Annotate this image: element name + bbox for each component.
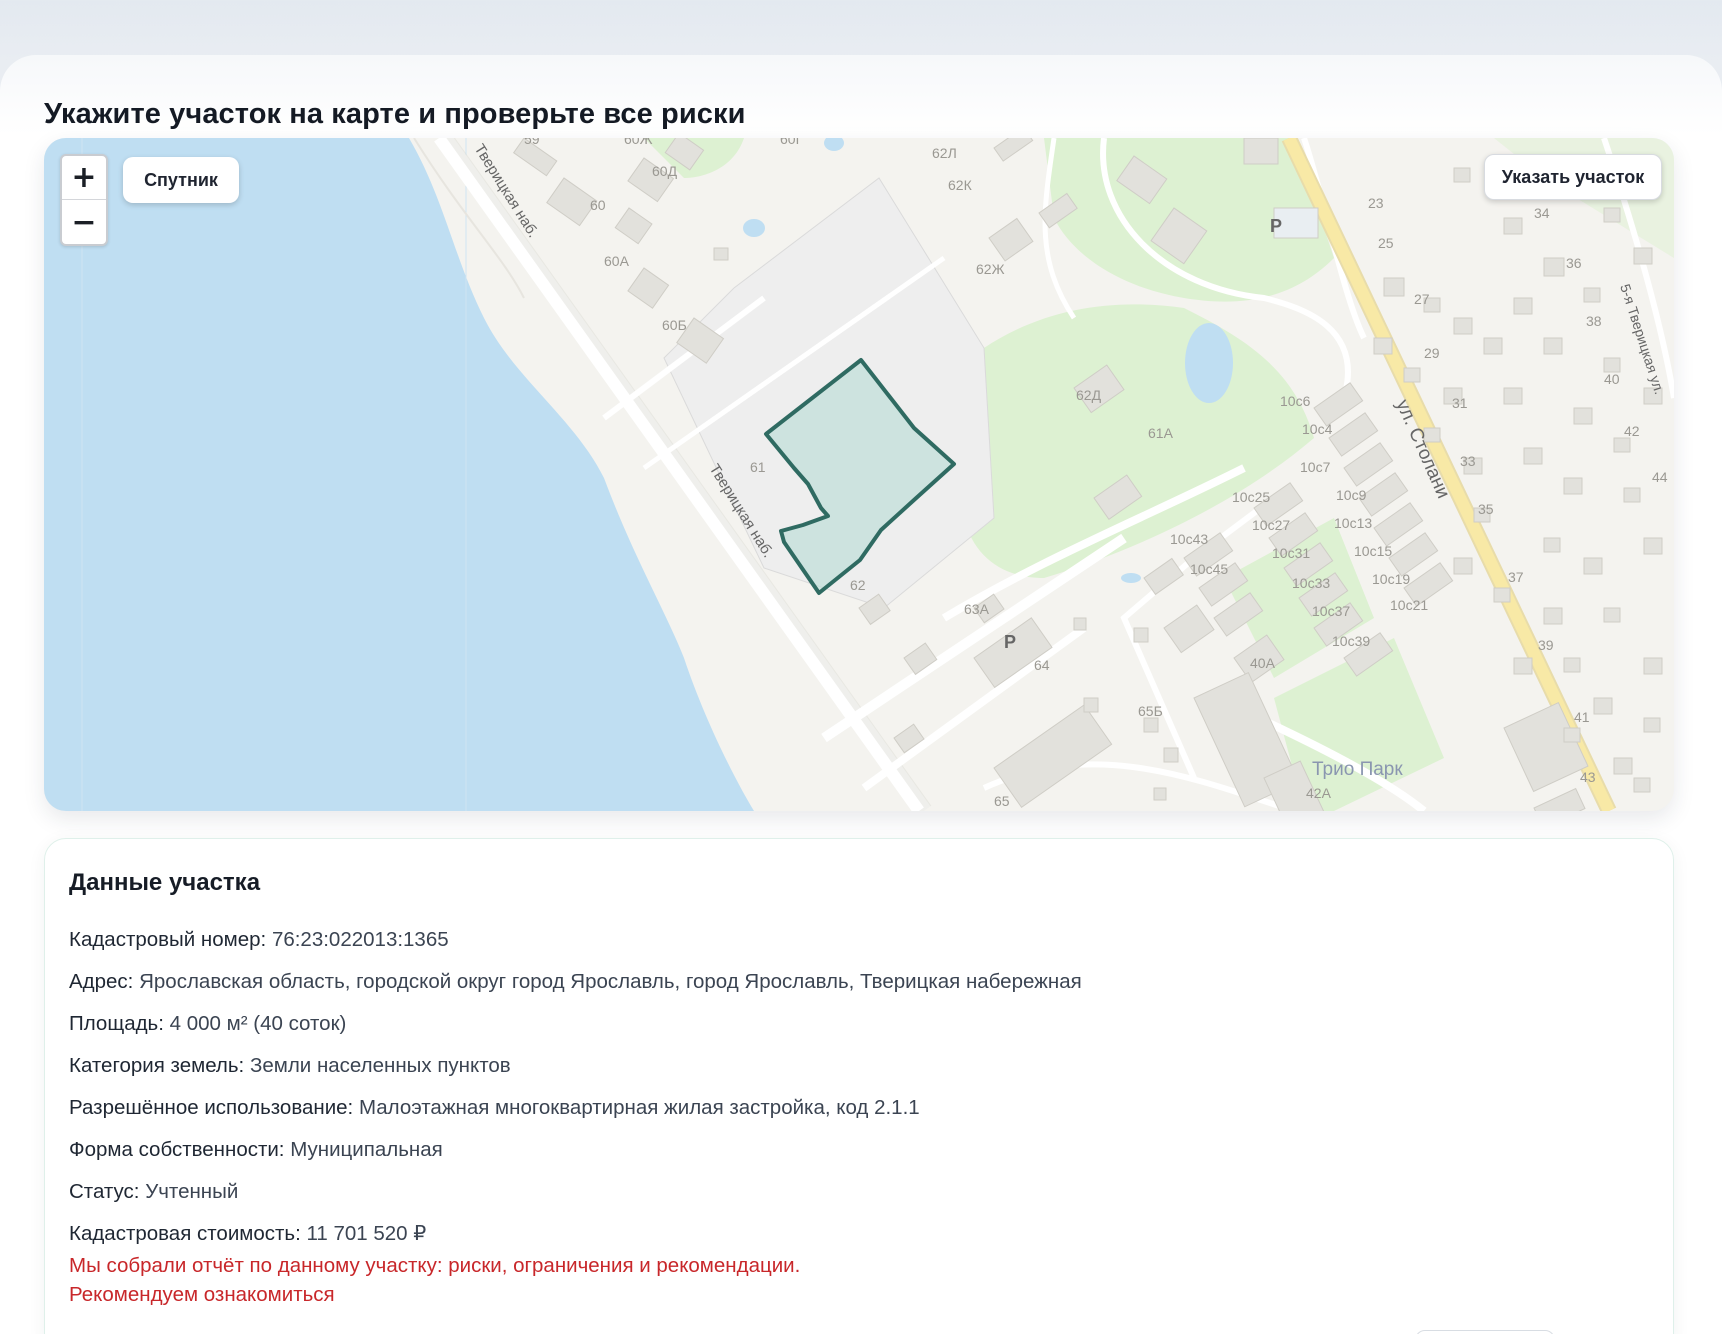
house-number: 38 [1586,313,1602,329]
house-number: 61 [750,459,766,475]
house-number: 42 [1624,423,1640,439]
map[interactable]: 59 60Ж 60Г 60Д 60 60А 60Б 62Л 62К 62Ж 62… [44,138,1674,811]
house-number: 60 [590,197,606,213]
cadastral-number-row: Кадастровый номер: 76:23:022013:1365 [69,928,449,951]
house-number: 62 [850,577,866,593]
house-number: 41 [1574,709,1590,725]
ownership-row: Форма собственности: Муниципальная [69,1138,443,1161]
plot-info-rows: Кадастровый номер: 76:23:022013:1365 Адр… [69,919,1082,1255]
house-number: 40 [1604,371,1620,387]
satellite-button[interactable]: Спутник [123,157,239,203]
house-number: 31 [1452,395,1468,411]
house-number: 39 [1538,637,1554,653]
action-button[interactable] [1415,1330,1555,1334]
house-number: 10с9 [1336,487,1367,503]
house-number: 29 [1424,345,1440,361]
house-number: 10с27 [1252,517,1290,533]
house-number: 65Б [1138,703,1163,719]
cadastral-value: 11 701 520 ₽ [306,1222,427,1245]
house-number: 10с13 [1334,515,1372,531]
house-number: 27 [1414,291,1430,307]
area: 4 000 м² (40 соток) [169,1012,347,1035]
house-number: 10с19 [1372,571,1410,587]
house-number: 65 [994,793,1010,809]
address: Ярославская область, городской округ гор… [139,970,1082,993]
zoom-in-button[interactable]: + [62,156,106,200]
mark-plot-button[interactable]: Указать участок [1484,154,1662,200]
house-number: 10с37 [1312,603,1350,619]
house-number: 62Л [932,145,957,161]
cadastral-value-row: Кадастровая стоимость: 11 701 520 ₽ [69,1222,427,1245]
house-number: 62К [948,177,973,193]
house-number: 62Д [1076,387,1102,403]
permitted-use-row: Разрешённое использование: Малоэтажная м… [69,1096,920,1119]
house-number: 44 [1652,469,1668,485]
house-number: 10с15 [1354,543,1392,559]
house-number: 34 [1534,205,1550,221]
poi-label: Трио Парк [1312,759,1403,780]
house-number: 40А [1250,655,1276,671]
status-row: Статус: Учтенный [69,1180,239,1203]
house-number: 10с31 [1272,545,1310,561]
house-number: 59 [524,138,540,147]
house-number: 63А [964,601,990,617]
house-number: 60Ж [624,138,653,147]
house-number: 37 [1508,569,1524,585]
house-number: 33 [1460,453,1476,469]
house-number: 10с39 [1332,633,1370,649]
house-number: 61А [1148,425,1174,441]
house-number: 60Д [652,163,678,179]
cadastral-number: 76:23:022013:1365 [271,928,449,951]
house-number: 36 [1566,255,1582,271]
house-number: 25 [1378,235,1394,251]
report-link[interactable]: Рекомендуем ознакомиться [69,1280,800,1309]
house-number: 10с25 [1232,489,1270,505]
report-notice: Мы собрали отчёт по данному участку: рис… [69,1251,800,1309]
house-number: 60А [604,253,630,269]
house-number: 60Г [780,138,804,147]
house-number: 10с45 [1190,561,1228,577]
house-number: 35 [1478,501,1494,517]
plot-info-card: Данные участка Кадастровый номер: 76:23:… [44,838,1674,1334]
plot-info-title: Данные участка [69,869,261,896]
house-number: 43 [1580,769,1596,785]
permitted-use: Малоэтажная многоквартирная жилая застро… [358,1096,920,1119]
river [44,138,754,811]
house-number: 10с6 [1280,393,1311,409]
house-number: 10с43 [1170,531,1208,547]
house-number: 10с7 [1300,459,1331,475]
park-1 [950,304,1314,578]
report-notice-text: Мы собрали отчёт по данному участку: рис… [69,1254,801,1277]
parking-icon: P [1004,632,1016,652]
house-number: 23 [1368,195,1384,211]
land-category: Земли населенных пунктов [249,1054,511,1077]
area-row: Площадь: 4 000 м² (40 соток) [69,1012,347,1035]
house-number: 10с4 [1302,421,1333,437]
land-category-row: Категория земель: Земли населенных пункт… [69,1054,511,1077]
ownership: Муниципальная [290,1138,443,1161]
house-number: 60Б [662,317,687,333]
house-number: 42А [1306,785,1332,801]
status: Учтенный [145,1180,239,1203]
house-number: 10с33 [1292,575,1330,591]
house-number: 62Ж [976,261,1005,277]
house-number: 64 [1034,657,1050,673]
map-canvas[interactable]: 59 60Ж 60Г 60Д 60 60А 60Б 62Л 62К 62Ж 62… [44,138,1674,811]
zoom-control: + − [60,154,108,246]
address-row: Адрес: Ярославская область, городской ок… [69,970,1082,993]
zoom-out-button[interactable]: − [62,200,106,244]
parking-icon: P [1270,216,1282,236]
page-title: Укажите участок на карте и проверьте все… [44,98,746,130]
house-number: 10с21 [1390,597,1428,613]
